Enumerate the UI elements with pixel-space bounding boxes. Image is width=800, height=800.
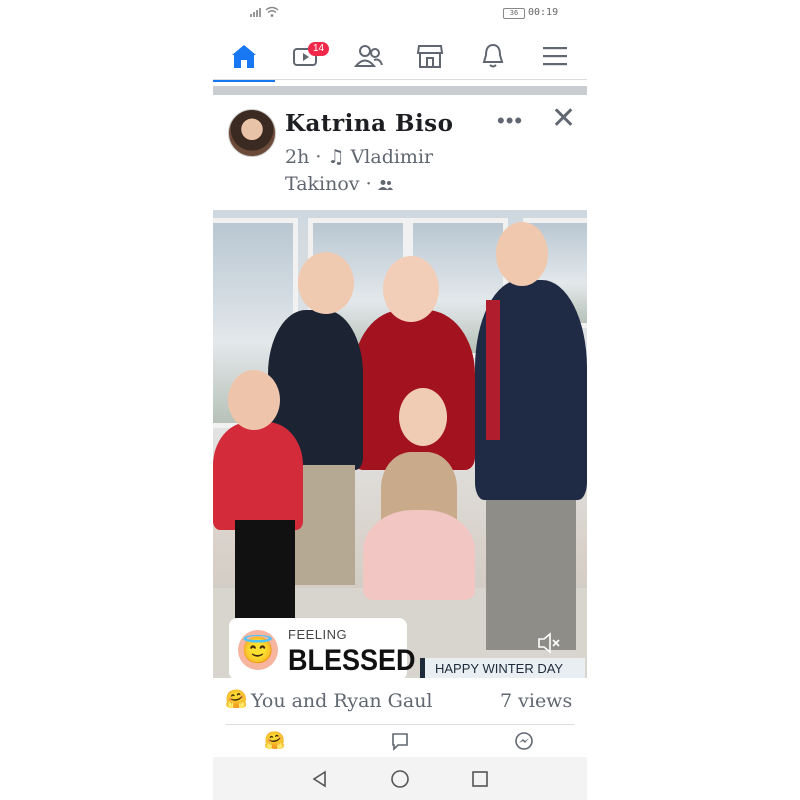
grandmother-head xyxy=(383,256,439,322)
person-girl-left xyxy=(213,422,303,530)
home-system-button[interactable] xyxy=(388,767,412,791)
recents-square-icon xyxy=(472,771,488,787)
post-actions: 🤗 xyxy=(213,728,587,754)
author-name[interactable]: Katrina Biso xyxy=(285,110,453,137)
girl-left-head xyxy=(228,370,280,430)
nav-tab-notifications[interactable] xyxy=(473,38,513,74)
bell-icon xyxy=(482,43,504,68)
react-button[interactable]: 🤗 xyxy=(260,728,290,754)
home-icon xyxy=(232,45,256,68)
teen-head xyxy=(298,252,354,314)
nav-tab-marketplace[interactable] xyxy=(410,38,450,74)
friends-icon xyxy=(354,45,383,67)
actions-divider xyxy=(226,724,574,725)
reaction-names[interactable]: You and Ryan Gaul xyxy=(251,690,433,712)
music-note-icon: ♫ xyxy=(327,146,345,168)
home-circle-icon xyxy=(391,770,409,788)
post-photo[interactable]: 😇 FEELING BLESSED HAPPY WINTER DAY xyxy=(213,210,587,678)
more-options-button[interactable]: ••• xyxy=(497,108,523,134)
wifi-icon xyxy=(265,6,279,17)
view-count[interactable]: 7 views xyxy=(500,690,572,712)
post-header: Katrina Biso 2h · ♫ Vladimir Takinov · •… xyxy=(213,96,587,208)
nav-tab-video[interactable]: 14 xyxy=(286,38,330,74)
care-reaction-icon: 🤗 xyxy=(225,689,248,709)
author-avatar[interactable] xyxy=(228,109,276,157)
grandfather-head xyxy=(496,222,548,286)
nav-divider xyxy=(213,79,587,80)
friends-audience-icon xyxy=(377,180,393,190)
girl-leggings xyxy=(235,520,295,620)
recents-button[interactable] xyxy=(468,767,492,791)
holiday-tie xyxy=(486,300,500,440)
meta-separator: · xyxy=(315,146,322,168)
girl-tutu xyxy=(363,510,475,600)
care-emoji-icon: 🤗 xyxy=(264,731,286,750)
marketplace-icon xyxy=(416,45,444,68)
girl-center-head xyxy=(399,388,447,446)
battery-icon: 36 xyxy=(503,8,525,19)
back-triangle-icon xyxy=(312,770,326,788)
comment-icon xyxy=(392,733,408,751)
nav-tab-menu[interactable] xyxy=(535,38,575,74)
comment-button[interactable] xyxy=(385,728,415,754)
messenger-icon xyxy=(515,732,533,750)
post-meta: 2h · ♫ Vladimir Takinov · xyxy=(285,144,475,198)
nav-tab-friends[interactable] xyxy=(349,38,389,74)
feeling-value: BLESSED xyxy=(288,644,416,677)
status-bar: 36 00:19 xyxy=(213,0,587,28)
clock-time: 00:19 xyxy=(528,7,559,18)
post-time: 2h xyxy=(285,146,310,168)
halo-face-emoji: 😇 xyxy=(238,630,278,670)
grandfather-trousers xyxy=(486,500,576,650)
teen-trousers xyxy=(295,465,355,585)
feed-separator xyxy=(213,86,587,95)
top-nav-bar: 14 xyxy=(213,30,587,82)
back-button[interactable] xyxy=(308,767,332,791)
feeling-label: FEELING xyxy=(288,627,348,642)
menu-icon xyxy=(543,47,567,66)
reactions-row: 🤗 You and Ryan Gaul 7 views xyxy=(213,680,587,724)
phone-screen: 36 00:19 14 Katrina Biso 2h · ♫ Vladimir… xyxy=(213,0,587,800)
close-post-button[interactable]: ✕ xyxy=(551,104,576,134)
feeling-sticker: 😇 FEELING BLESSED xyxy=(229,618,416,678)
signal-icon xyxy=(250,8,261,17)
system-navigation-bar xyxy=(213,757,587,800)
messenger-button[interactable] xyxy=(509,728,539,754)
video-notification-badge: 14 xyxy=(308,42,330,56)
meta-separator-2: · xyxy=(365,173,372,195)
mute-icon[interactable] xyxy=(536,630,562,656)
photo-caption-tag: HAPPY WINTER DAY xyxy=(420,658,585,678)
nav-tab-home[interactable] xyxy=(213,38,275,82)
